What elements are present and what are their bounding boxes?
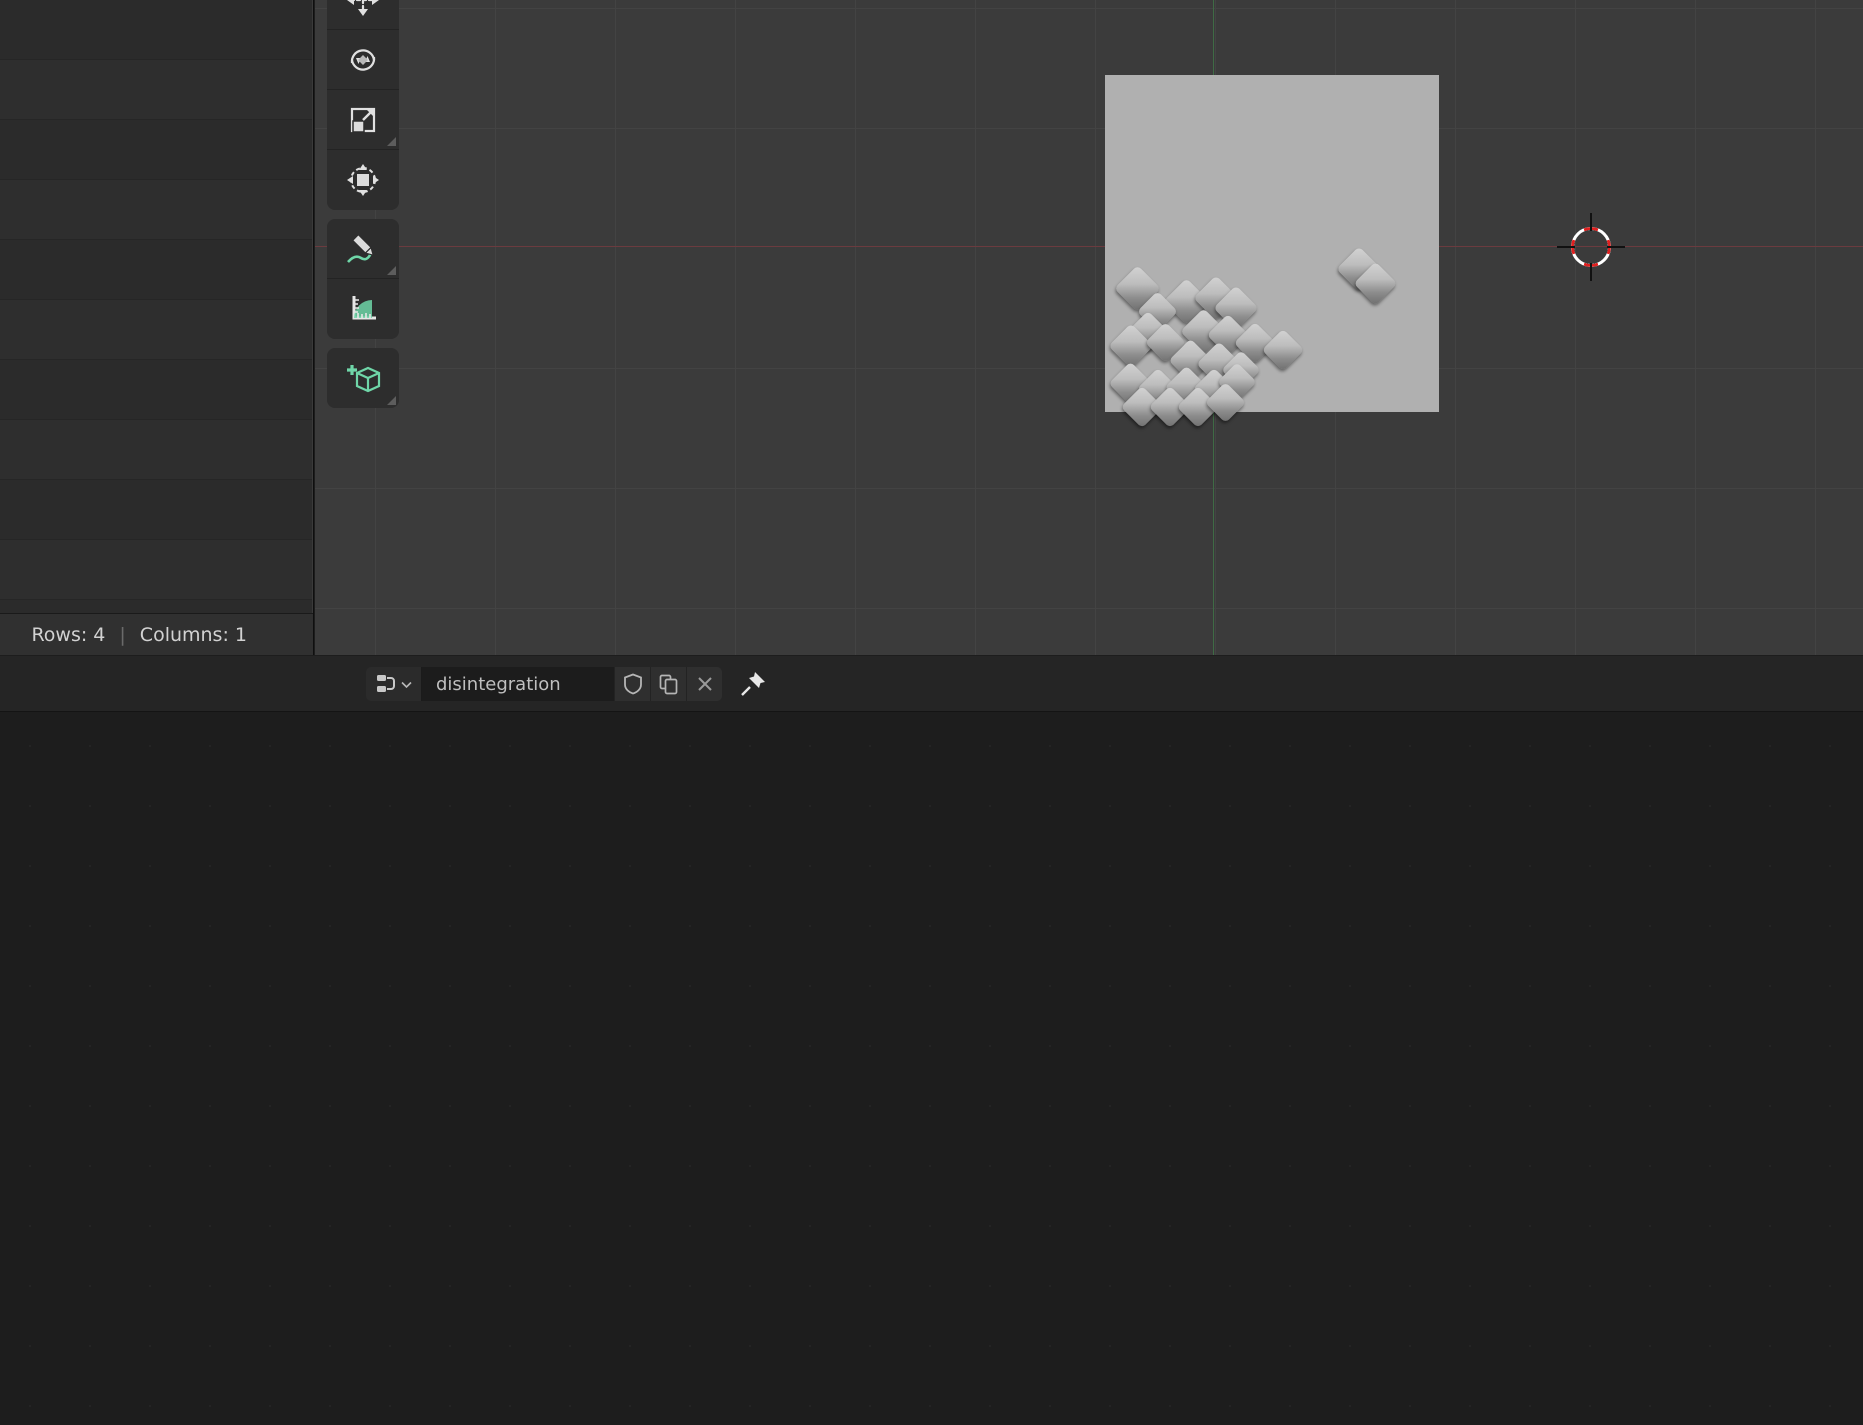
table-row — [0, 180, 313, 240]
geometry-node-editor[interactable]: disintegration — [0, 656, 1863, 1425]
datablock-name-field[interactable]: disintegration — [422, 667, 614, 701]
pencil-icon — [347, 233, 375, 263]
grid-plane-object[interactable] — [1105, 75, 1439, 412]
table-row — [0, 480, 313, 540]
rows-count-label: Rows: 4 — [31, 623, 106, 646]
viewport-3d[interactable] — [315, 0, 1863, 655]
table-row — [0, 120, 313, 180]
datablock-type-button[interactable] — [366, 667, 422, 701]
copy-icon — [659, 674, 677, 695]
rotate-icon — [350, 48, 376, 71]
close-icon — [697, 677, 712, 691]
table-row — [0, 300, 313, 360]
table-row — [0, 540, 313, 600]
cursor-3d — [1557, 213, 1625, 281]
node-editor-header: disintegration — [0, 656, 1863, 712]
move-tool-button[interactable] — [327, 0, 399, 30]
x-axis-line — [315, 246, 1863, 247]
node-tree-icon — [377, 675, 395, 692]
column-divider — [312, 0, 313, 613]
table-row — [0, 360, 313, 420]
ruler-icon — [352, 296, 376, 320]
fake-user-shield-button[interactable] — [614, 667, 650, 701]
spreadsheet-editor[interactable]: Rows: 4 | Columns: 1 — [0, 0, 314, 655]
table-row — [0, 0, 313, 60]
scale-icon — [350, 107, 376, 133]
measure-tool-button[interactable] — [327, 279, 399, 339]
spreadsheet-rows — [0, 0, 313, 613]
viewport-toolbar[interactable] — [327, 0, 399, 417]
add-cube-tool-button[interactable] — [327, 348, 399, 408]
node-links — [0, 656, 1863, 1425]
top-area: Rows: 4 | Columns: 1 — [0, 0, 1863, 655]
unlink-datablock-button[interactable] — [686, 667, 722, 701]
add-cube-icon — [347, 365, 381, 393]
shield-icon — [623, 673, 642, 695]
chevron-down-icon — [401, 681, 412, 688]
table-row — [0, 240, 313, 300]
columns-count-label: Columns: 1 — [139, 623, 247, 646]
table-row — [0, 60, 313, 120]
scale-tool-button[interactable] — [327, 90, 399, 150]
pin-button[interactable] — [735, 667, 771, 701]
viewport-grid — [315, 0, 1863, 655]
blender-window: Rows: 4 | Columns: 1 disintegration — [0, 0, 1863, 1425]
new-datablock-button[interactable] — [650, 667, 686, 701]
rotate-tool-button[interactable] — [327, 30, 399, 90]
node-tree-datablock[interactable]: disintegration — [366, 667, 722, 701]
table-row — [0, 420, 313, 480]
transform-icon — [347, 164, 379, 196]
transform-tool-button[interactable] — [327, 150, 399, 210]
annotate-tool-button[interactable] — [327, 219, 399, 279]
pin-icon — [741, 672, 765, 696]
status-separator: | — [119, 623, 126, 646]
spreadsheet-status-bar: Rows: 4 | Columns: 1 — [0, 613, 313, 655]
move-icon — [347, 0, 379, 16]
